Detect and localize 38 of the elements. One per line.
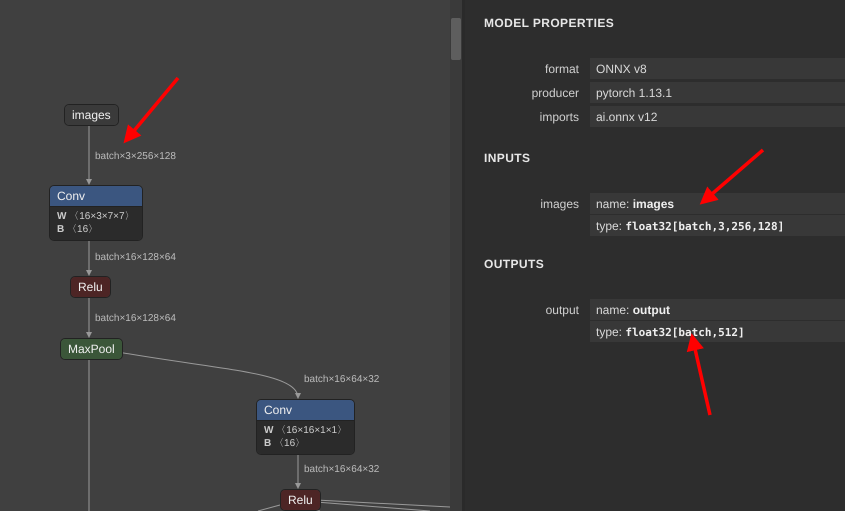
property-label: imports (540, 109, 579, 124)
property-value: ai.onnx v12 (590, 106, 845, 127)
graph-node[interactable]: MaxPool (60, 338, 123, 360)
port-label: images (540, 196, 579, 211)
property-label: format (544, 61, 579, 76)
tensor-shape-label: batch×16×64×32 (304, 464, 380, 475)
section-title: INPUTS (484, 151, 530, 165)
property-value: pytorch 1.13.1 (590, 82, 845, 103)
property-value: ONNX v8 (590, 58, 845, 79)
type-field: type: float32[batch,3,256,128] (590, 215, 845, 236)
section-title: OUTPUTS (484, 257, 544, 271)
annotation-arrow (700, 148, 764, 205)
edge-line (86, 298, 92, 338)
node-attribute: W 〈16×16×1×1〉 (264, 424, 348, 437)
panel-title: MODEL PROPERTIES (484, 16, 614, 30)
property-label: producer (532, 85, 579, 100)
graph-node[interactable]: Conv W 〈16×16×1×1〉 B 〈16〉 (256, 399, 356, 455)
tensor-shape-label: batch×16×64×32 (304, 374, 380, 385)
type-field: type: float32[batch,512] (590, 321, 845, 342)
node-attribute: W 〈16×3×7×7〉 (57, 210, 135, 223)
annotation-arrow (124, 76, 180, 144)
tensor-shape-label: batch×16×128×64 (95, 313, 176, 324)
name-field: name: images (590, 193, 845, 214)
edge-line (86, 126, 92, 185)
node-attribute: B 〈16〉 (264, 437, 306, 450)
scrollbar-thumb[interactable] (451, 18, 461, 60)
name-field: name: output (590, 299, 845, 320)
tensor-shape-label: batch×3×256×128 (95, 151, 176, 162)
node-title: Conv (257, 400, 354, 420)
graph-node[interactable]: Relu (70, 276, 111, 298)
node-title: Conv (50, 186, 142, 206)
graph-node[interactable]: Relu (280, 489, 321, 511)
graph-node[interactable]: images (64, 104, 119, 126)
tensor-shape-label: batch×16×128×64 (95, 252, 176, 263)
port-label: output (546, 302, 579, 317)
edge-line (258, 504, 280, 511)
graph-node[interactable]: Conv W 〈16×3×7×7〉 B 〈16〉 (49, 185, 143, 241)
node-attribute: B 〈16〉 (57, 223, 100, 236)
